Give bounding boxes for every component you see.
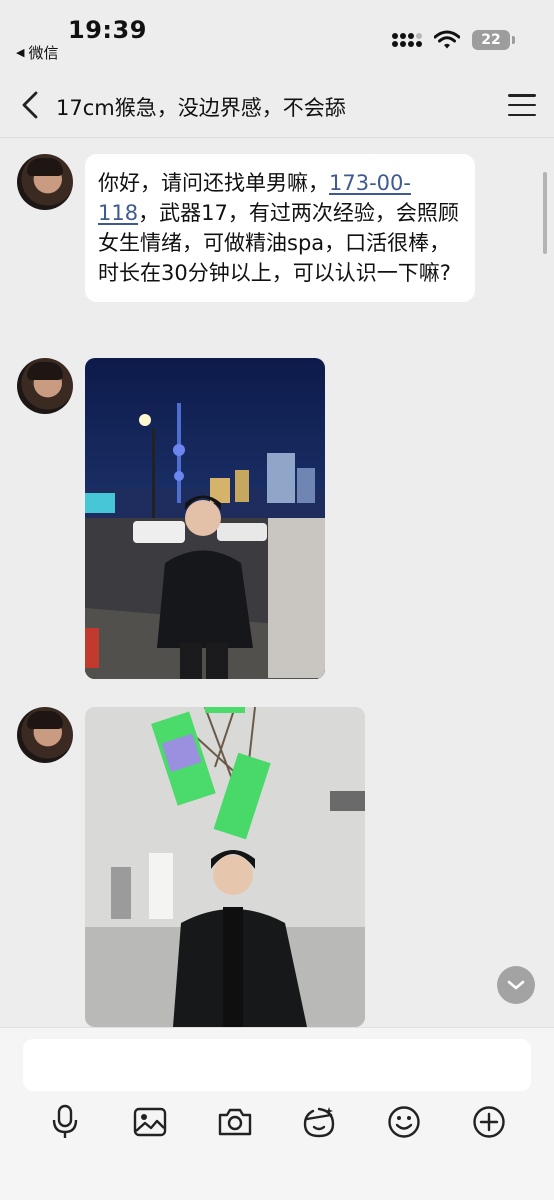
back-arrow-icon[interactable] <box>18 90 44 120</box>
status-icons: 22 <box>392 30 515 50</box>
more-button[interactable] <box>471 1102 507 1142</box>
chat-screen: 19:39 ◀ 微信 22 17cm猴急，没边界感，不会舔 你好，请问还找单男嘛… <box>0 0 554 1200</box>
back-app-label: 微信 <box>28 44 59 62</box>
input-bar <box>0 1027 554 1200</box>
status-bar: 19:39 ◀ 微信 22 <box>0 0 554 72</box>
emoji-icon <box>388 1106 420 1138</box>
status-time: 19:39 <box>68 16 147 44</box>
scroll-to-bottom-button[interactable] <box>497 966 535 1004</box>
microphone-button[interactable] <box>47 1102 83 1142</box>
cellular-signal-icon <box>392 33 422 47</box>
menu-icon[interactable] <box>508 94 536 116</box>
text-message-bubble[interactable]: 你好，请问还找单男嘛，173-00-118，武器17，有过两次经验，会照顾女生情… <box>85 154 475 302</box>
emoji-button[interactable] <box>386 1102 422 1142</box>
scrollbar[interactable] <box>543 172 547 254</box>
message-text-continued: ，武器17，有过两次经验，会照顾女生情绪，可做精油spa，口活很棒，时长在30分… <box>98 201 459 285</box>
sender-avatar[interactable] <box>17 358 73 414</box>
sender-avatar[interactable] <box>17 707 73 763</box>
chat-title: 17cm猴急，没边界感，不会舔 <box>56 96 346 120</box>
battery-level: 22 <box>481 32 501 48</box>
image-button[interactable] <box>132 1102 168 1142</box>
sticker-button[interactable] <box>301 1102 337 1142</box>
message-input[interactable] <box>23 1039 531 1091</box>
input-toolbar <box>0 1102 554 1144</box>
microphone-icon <box>52 1104 78 1138</box>
camera-icon <box>218 1108 252 1136</box>
image-message-night-city[interactable] <box>85 358 325 679</box>
sender-avatar[interactable] <box>17 154 73 210</box>
message-list[interactable]: 你好，请问还找单男嘛，173-00-118，武器17，有过两次经验，会照顾女生情… <box>0 139 554 1027</box>
message-text: 你好，请问还找单男嘛， <box>98 171 329 195</box>
chat-header: 17cm猴急，没边界感，不会舔 <box>0 72 554 138</box>
wifi-icon <box>434 30 460 49</box>
plus-icon <box>473 1106 505 1138</box>
back-to-app-link[interactable]: ◀ 微信 <box>16 42 58 63</box>
back-triangle-icon: ◀ <box>16 46 25 59</box>
image-message-gallery[interactable] <box>85 707 365 1027</box>
camera-button[interactable] <box>217 1102 253 1142</box>
sticker-icon <box>303 1107 335 1138</box>
battery-icon: 22 <box>472 30 515 50</box>
chevron-down-icon <box>507 980 525 990</box>
image-icon <box>133 1107 167 1137</box>
